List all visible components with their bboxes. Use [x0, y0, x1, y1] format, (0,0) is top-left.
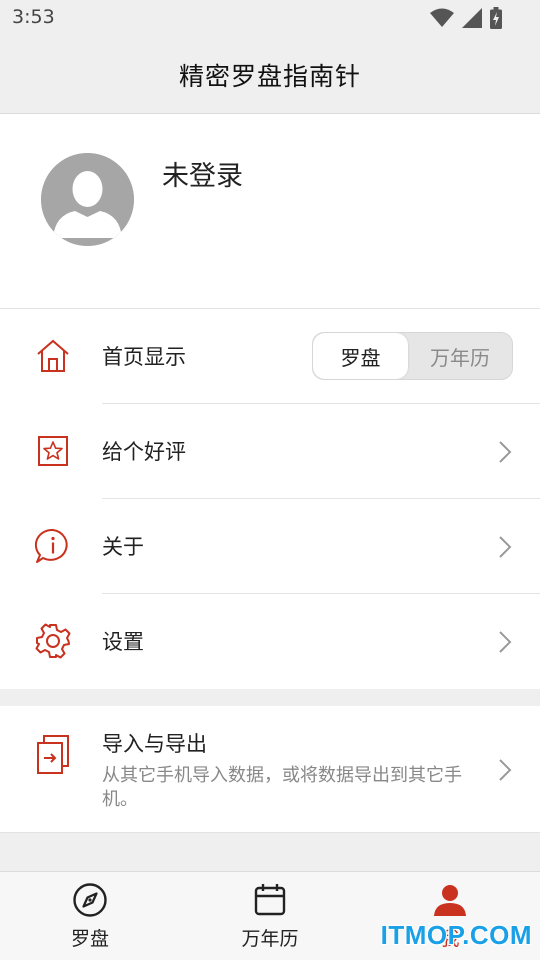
menu-row-about[interactable]: 关于	[0, 499, 540, 594]
chevron-right-icon	[499, 759, 512, 781]
gear-icon	[35, 623, 71, 659]
watermark-logo: ITMOP.COM	[380, 920, 532, 950]
settings-menu: 首页显示 罗盘 万年历 给个好评 关于 设置	[0, 309, 540, 689]
compass-icon	[73, 883, 107, 917]
import-export-description: 从其它手机导入数据，或将数据导出到其它手机。	[102, 765, 462, 810]
menu-row-home-display: 首页显示 罗盘 万年历	[0, 309, 540, 404]
menu-row-rate[interactable]: 给个好评	[0, 404, 540, 499]
page-title: 精密罗盘指南针	[178, 61, 361, 91]
menu-row-settings[interactable]: 设置	[0, 594, 540, 689]
app-bar: 精密罗盘指南针	[0, 36, 540, 114]
status-time: 3:53	[12, 6, 55, 28]
home-icon	[37, 339, 69, 372]
calendar-icon	[254, 884, 286, 916]
profile-section[interactable]: 未登录	[0, 114, 540, 309]
import-export-title: 导入与导出	[102, 732, 207, 756]
signal-icon	[462, 8, 482, 28]
chevron-right-icon	[499, 631, 512, 653]
settings-label: 设置	[102, 630, 144, 654]
rate-label: 给个好评	[102, 440, 186, 464]
import-icon	[37, 735, 69, 774]
status-bar: 3:53	[0, 0, 540, 36]
home-display-label: 首页显示	[102, 345, 186, 369]
nav-item-calendar[interactable]: 万年历	[180, 872, 360, 960]
battery-icon	[490, 7, 502, 29]
wifi-icon	[430, 8, 454, 27]
status-icons	[430, 7, 502, 29]
nav-label-calendar: 万年历	[241, 928, 299, 950]
section-gap	[0, 689, 540, 706]
chevron-right-icon	[499, 441, 512, 463]
star-icon	[38, 436, 68, 466]
person-avatar-icon[interactable]	[41, 153, 134, 246]
home-display-toggle: 罗盘 万年历	[312, 332, 513, 380]
info-icon	[34, 528, 68, 563]
login-status[interactable]: 未登录	[162, 154, 243, 193]
toggle-option-compass[interactable]: 罗盘	[313, 333, 408, 379]
chevron-right-icon	[499, 536, 512, 558]
menu-row-import-export[interactable]: 导入与导出 从其它手机导入数据，或将数据导出到其它手机。	[0, 706, 540, 833]
toggle-option-calendar[interactable]: 万年历	[408, 333, 512, 379]
nav-label-compass: 罗盘	[70, 928, 109, 950]
person-icon	[434, 885, 466, 916]
nav-item-compass[interactable]: 罗盘	[0, 872, 180, 960]
about-label: 关于	[102, 535, 144, 559]
